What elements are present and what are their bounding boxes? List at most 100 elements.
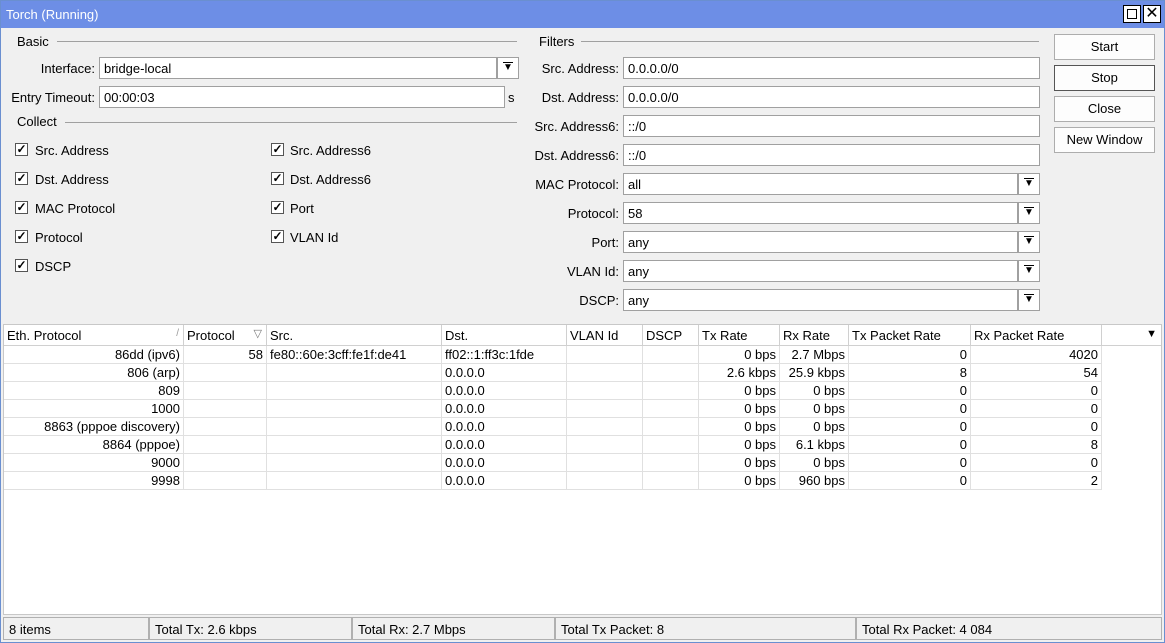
col-header-src[interactable]: Src. bbox=[267, 325, 442, 346]
stop-button[interactable]: Stop bbox=[1054, 65, 1155, 91]
col-header-rx-packet-rate[interactable]: Rx Packet Rate bbox=[971, 325, 1102, 346]
cell-eth-protocol: 8864 (pppoe) bbox=[4, 436, 184, 454]
dscp-checkbox[interactable]: ✓ bbox=[15, 259, 28, 272]
cell-eth-protocol: 809 bbox=[4, 382, 184, 400]
status-total-rx-packet: Total Rx Packet: 4 084 bbox=[856, 617, 1162, 640]
entry-timeout-unit: s bbox=[508, 90, 515, 105]
cell-rx-packet-rate: 4020 bbox=[971, 346, 1102, 364]
window-title: Torch (Running) bbox=[6, 7, 99, 22]
cell-src bbox=[267, 400, 442, 418]
cell-rx-packet-rate: 54 bbox=[971, 364, 1102, 382]
filter-src-address-label: Src. Address: bbox=[541, 61, 619, 76]
port-checkbox[interactable]: ✓ bbox=[271, 201, 284, 214]
filter-vlan-id-label: VLAN Id: bbox=[566, 264, 619, 279]
filter-dst-address6-input[interactable]: ::/0 bbox=[623, 144, 1040, 166]
dst-address6-checkbox[interactable]: ✓ bbox=[271, 172, 284, 185]
cell-rx-packet-rate: 0 bbox=[971, 418, 1102, 436]
col-header-eth-protocol[interactable]: Eth. Protocol / bbox=[4, 325, 184, 346]
cell-dst: 0.0.0.0 bbox=[442, 382, 567, 400]
col-header-dscp[interactable]: DSCP bbox=[643, 325, 699, 346]
collect-divider bbox=[65, 122, 517, 123]
cell-protocol: 58 bbox=[184, 346, 267, 364]
cell-protocol bbox=[184, 382, 267, 400]
filter-mac-protocol-select[interactable]: all bbox=[623, 173, 1018, 195]
filter-icon: ▽ bbox=[253, 328, 262, 340]
filter-port-label: Port: bbox=[591, 235, 619, 250]
dscp-label: DSCP bbox=[35, 259, 72, 274]
col-header-protocol[interactable]: Protocol ▽ bbox=[184, 325, 267, 346]
cell-dscp bbox=[643, 400, 699, 418]
cell-tx-rate: 0 bps bbox=[699, 436, 780, 454]
cell-dst: 0.0.0.0 bbox=[442, 364, 567, 382]
filter-src-address-input[interactable]: 0.0.0.0/0 bbox=[623, 57, 1040, 79]
new-window-button[interactable]: New Window bbox=[1054, 127, 1155, 153]
close-button[interactable]: Close bbox=[1054, 96, 1155, 122]
col-header-tx-rate[interactable]: Tx Rate bbox=[699, 325, 780, 346]
col-header-rx-rate[interactable]: Rx Rate bbox=[780, 325, 849, 346]
sort-icon: / bbox=[176, 328, 179, 339]
cell-tx-packet-rate: 0 bbox=[849, 472, 971, 490]
filter-dscp-select[interactable]: any bbox=[623, 289, 1018, 311]
cell-src bbox=[267, 454, 442, 472]
cell-tx-rate: 0 bps bbox=[699, 418, 780, 436]
col-header-tx-packet-rate[interactable]: Tx Packet Rate bbox=[849, 325, 971, 346]
col-header-vlan-id[interactable]: VLAN Id bbox=[567, 325, 643, 346]
dst-address-checkbox[interactable]: ✓ bbox=[15, 172, 28, 185]
cell-protocol bbox=[184, 436, 267, 454]
cell-dscp bbox=[643, 382, 699, 400]
cell-eth-protocol: 9000 bbox=[4, 454, 184, 472]
column-menu[interactable]: ▼ bbox=[1102, 325, 1161, 346]
cell-dst: 0.0.0.0 bbox=[442, 454, 567, 472]
cell-src bbox=[267, 418, 442, 436]
filter-protocol-select[interactable]: 58 bbox=[623, 202, 1018, 224]
dst-address-label: Dst. Address bbox=[35, 172, 109, 187]
chevron-down-icon[interactable]: ▼ bbox=[1018, 289, 1040, 311]
filter-src-address6-input[interactable]: ::/0 bbox=[623, 115, 1040, 137]
chevron-down-icon[interactable]: ▼ bbox=[497, 57, 519, 79]
chevron-down-icon[interactable]: ▼ bbox=[1018, 202, 1040, 224]
start-button[interactable]: Start bbox=[1054, 34, 1155, 60]
cell-tx-packet-rate: 8 bbox=[849, 364, 971, 382]
cell-eth-protocol: 8863 (pppoe discovery) bbox=[4, 418, 184, 436]
src-address6-checkbox[interactable]: ✓ bbox=[271, 143, 284, 156]
cell-rx-packet-rate: 8 bbox=[971, 436, 1102, 454]
cell-tx-packet-rate: 0 bbox=[849, 436, 971, 454]
filter-mac-protocol-label: MAC Protocol: bbox=[535, 177, 619, 192]
protocol-label: Protocol bbox=[35, 230, 83, 245]
cell-protocol bbox=[184, 364, 267, 382]
filter-port-select[interactable]: any bbox=[623, 231, 1018, 253]
close-icon[interactable]: ✕ bbox=[1143, 5, 1161, 23]
filter-dst-address-input[interactable]: 0.0.0.0/0 bbox=[623, 86, 1040, 108]
chevron-down-icon[interactable]: ▼ bbox=[1018, 231, 1040, 253]
cell-dscp bbox=[643, 364, 699, 382]
filter-dscp-label: DSCP: bbox=[579, 293, 619, 308]
torch-table[interactable]: Eth. Protocol / Protocol ▽ Src. Dst. VLAN … bbox=[3, 324, 1162, 615]
filter-dst-address-label: Dst. Address: bbox=[541, 90, 619, 105]
cell-dst: 0.0.0.0 bbox=[442, 436, 567, 454]
maximize-icon[interactable] bbox=[1123, 5, 1141, 23]
status-total-rx: Total Rx: 2.7 Mbps bbox=[352, 617, 555, 640]
cell-tx-rate: 0 bps bbox=[699, 400, 780, 418]
cell-src: fe80::60e:3cff:fe1f:de41 bbox=[267, 346, 442, 364]
cell-tx-rate: 0 bps bbox=[699, 382, 780, 400]
cell-dst: 0.0.0.0 bbox=[442, 400, 567, 418]
chevron-down-icon[interactable]: ▼ bbox=[1018, 173, 1040, 195]
mac-protocol-checkbox[interactable]: ✓ bbox=[15, 201, 28, 214]
cell-tx-packet-rate: 0 bbox=[849, 346, 971, 364]
entry-timeout-input[interactable]: 00:00:03 bbox=[99, 86, 505, 108]
src-address-checkbox[interactable]: ✓ bbox=[15, 143, 28, 156]
filter-vlan-id-select[interactable]: any bbox=[623, 260, 1018, 282]
cell-dst: ff02::1:ff3c:1fde bbox=[442, 346, 567, 364]
cell-dscp bbox=[643, 418, 699, 436]
title-bar[interactable]: Torch (Running) ✕ bbox=[1, 1, 1164, 28]
port-label: Port bbox=[290, 201, 314, 216]
vlan-id-checkbox[interactable]: ✓ bbox=[271, 230, 284, 243]
interface-select[interactable]: bridge-local bbox=[99, 57, 497, 79]
filter-dst-address6-label: Dst. Address6: bbox=[534, 148, 619, 163]
cell-rx-packet-rate: 0 bbox=[971, 400, 1102, 418]
cell-vlan-id bbox=[567, 418, 643, 436]
cell-vlan-id bbox=[567, 400, 643, 418]
chevron-down-icon[interactable]: ▼ bbox=[1018, 260, 1040, 282]
protocol-checkbox[interactable]: ✓ bbox=[15, 230, 28, 243]
col-header-dst[interactable]: Dst. bbox=[442, 325, 567, 346]
